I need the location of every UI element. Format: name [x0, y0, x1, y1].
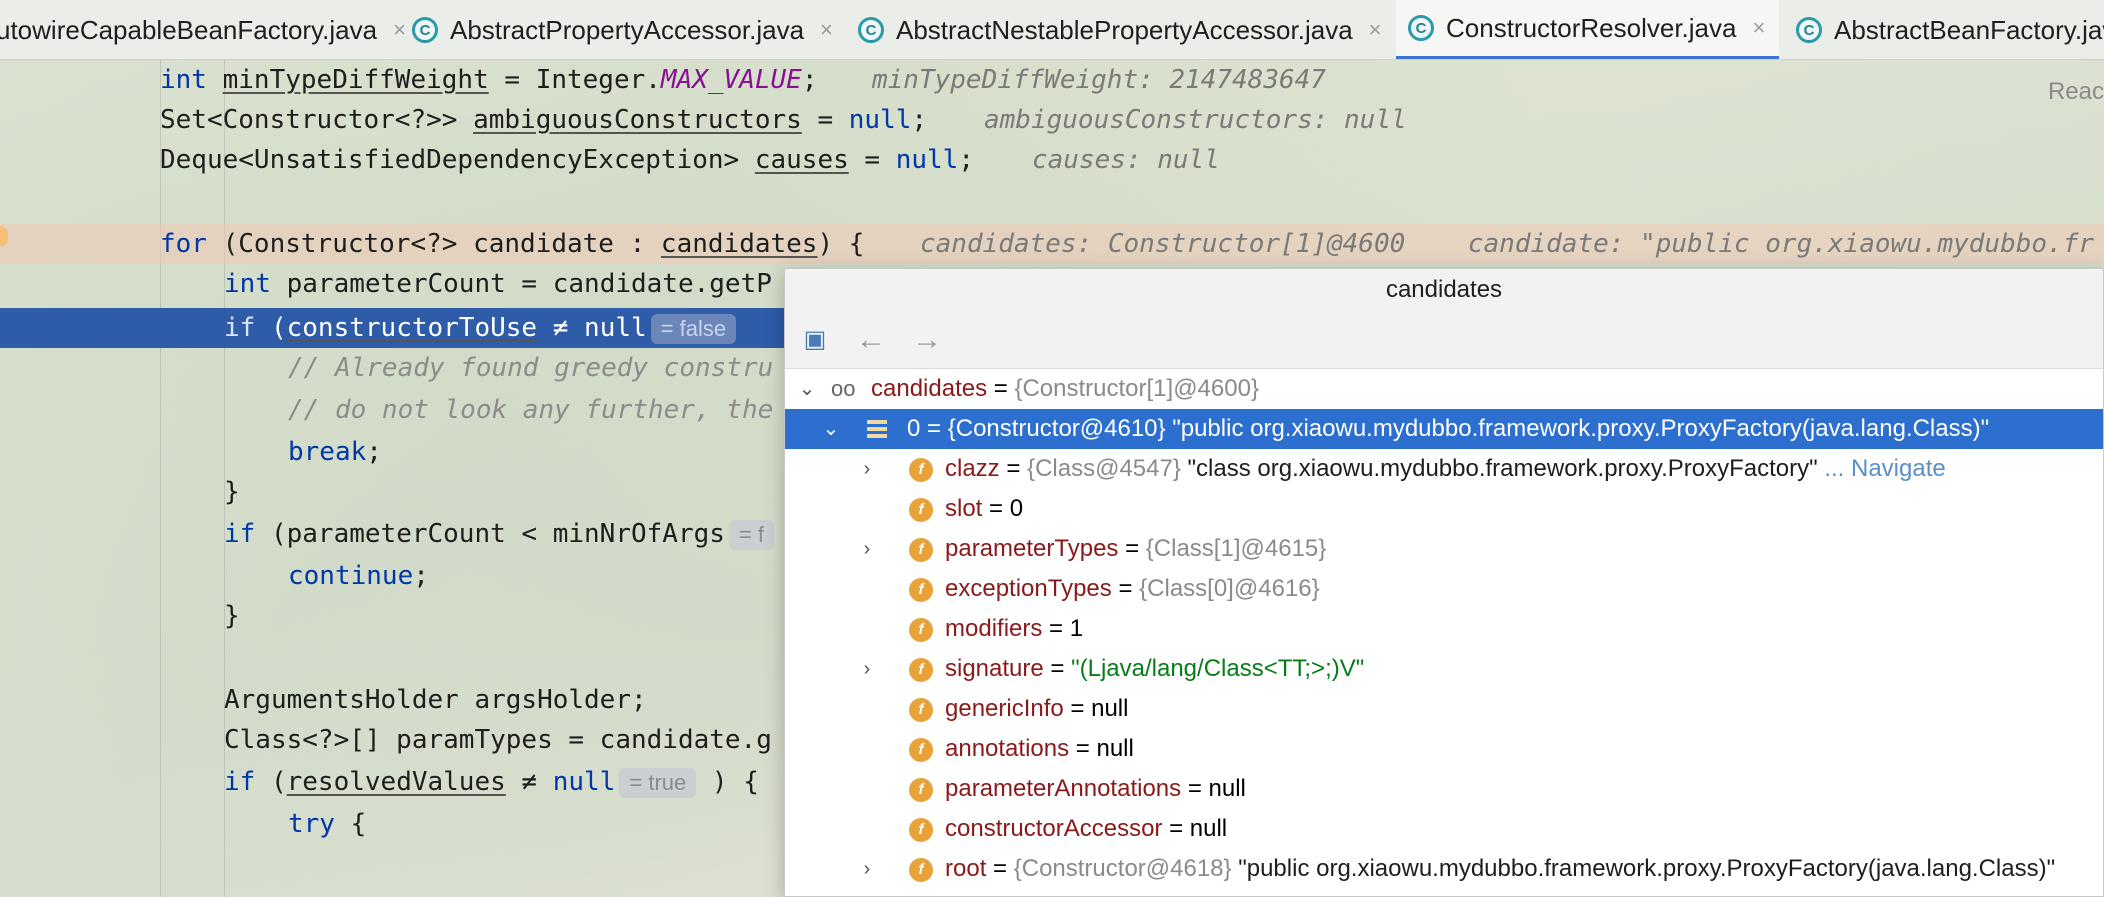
inline-debug-value: candidates: Constructor[1]@4600 candidat… — [920, 229, 2094, 259]
tree-node-generic-info[interactable]: f genericInfo = null — [785, 689, 2103, 729]
expand-arrow-icon[interactable]: ⌄ — [797, 369, 817, 409]
field-icon: f — [909, 538, 933, 562]
collapse-arrow-icon[interactable]: › — [857, 849, 877, 889]
tree-node-clazz[interactable]: › f clazz = {Class@4547} "class org.xiao… — [785, 449, 2103, 489]
tab-label: AbstractBeanFactory.java — [1834, 14, 2104, 45]
inline-value-badge: = f — [728, 520, 774, 550]
field-icon: f — [909, 738, 933, 762]
tree-node-element-0[interactable]: ⌄ 0 = {Constructor@4610} "public org.xia… — [785, 409, 2103, 449]
inline-debug-value: minTypeDiffWeight: 2147483647 — [872, 65, 1326, 95]
forward-arrow-icon[interactable]: → — [909, 323, 945, 357]
inline-value-badge: = false — [650, 314, 737, 344]
tree-node-candidates[interactable]: ⌄ oo candidates = {Constructor[1]@4600} — [785, 369, 2103, 409]
array-element-icon — [867, 420, 887, 440]
editor-tab-bar: utowireCapableBeanFactory.java × C Abstr… — [0, 0, 2104, 60]
close-icon[interactable]: × — [393, 17, 406, 43]
code-line: Deque<UnsatisfiedDependencyException> ca… — [0, 140, 2104, 180]
code-line: int minTypeDiffWeight = Integer.MAX_VALU… — [0, 60, 2104, 100]
field-icon: f — [909, 858, 933, 882]
tab-abstract-property-accessor[interactable]: C AbstractPropertyAccessor.java × — [412, 0, 833, 59]
field-icon: f — [909, 658, 933, 682]
tab-label: utowireCapableBeanFactory.java — [0, 14, 378, 45]
field-icon: f — [909, 778, 933, 802]
popup-toolbar: ▣ ← → — [785, 311, 2103, 369]
inline-value-badge: = true — [619, 768, 697, 798]
class-icon: C — [1408, 15, 1434, 41]
tree-node-signature[interactable]: › f signature = "(Ljava/lang/Class<TT;>;… — [785, 649, 2103, 689]
inline-debug-value: ambiguousConstructors: null — [984, 105, 1407, 135]
tab-constructor-resolver[interactable]: C ConstructorResolver.java × — [1396, 0, 1780, 59]
watch-glasses-icon: oo — [831, 376, 856, 401]
field-icon: f — [909, 498, 933, 522]
tree-node-annotations[interactable]: f annotations = null — [785, 729, 2103, 769]
tree-node-exception-types[interactable]: f exceptionTypes = {Class[0]@4616} — [785, 569, 2103, 609]
field-icon: f — [909, 618, 933, 642]
close-icon[interactable]: × — [1369, 17, 1382, 43]
add-to-watches-icon[interactable]: ▣ — [797, 325, 833, 354]
collapse-arrow-icon[interactable]: › — [857, 449, 877, 489]
code-line: Set<Constructor<?>> ambiguousConstructor… — [0, 100, 2104, 140]
field-icon: f — [909, 818, 933, 842]
tree-node-root[interactable]: › f root = {Constructor@4618} "public or… — [785, 849, 2103, 889]
popup-title[interactable]: candidates — [785, 269, 2103, 311]
tab-label: ConstructorResolver.java — [1446, 12, 1737, 43]
tab-abstract-nestable-property-accessor[interactable]: C AbstractNestablePropertyAccessor.java … — [858, 0, 1382, 59]
collapse-arrow-icon[interactable]: › — [857, 529, 877, 569]
tab-label: AbstractNestablePropertyAccessor.java — [896, 14, 1353, 45]
tree-node-parameter-annotations[interactable]: f parameterAnnotations = null — [785, 769, 2103, 809]
tree-node-constructor-accessor[interactable]: f constructorAccessor = null — [785, 809, 2103, 849]
inline-debug-value: causes: null — [1032, 145, 1220, 175]
field-icon: f — [909, 458, 933, 482]
tab-abstract-bean-factory[interactable]: C AbstractBeanFactory.java — [1796, 0, 2104, 59]
tree-node-slot[interactable]: f slot = 0 — [785, 489, 2103, 529]
tab-label: AbstractPropertyAccessor.java — [450, 14, 805, 45]
field-icon: f — [909, 698, 933, 722]
back-arrow-icon[interactable]: ← — [853, 323, 889, 357]
class-icon: C — [412, 17, 438, 43]
expand-arrow-icon[interactable]: ⌄ — [821, 409, 841, 449]
debug-value-popup[interactable]: candidates ▣ ← → ⌄ oo candidates = {Cons… — [784, 268, 2104, 897]
close-icon[interactable]: × — [820, 17, 833, 43]
tree-node-modifiers[interactable]: f modifiers = 1 — [785, 609, 2103, 649]
class-icon: C — [858, 17, 884, 43]
tab-autowire-capable-bean-factory[interactable]: utowireCapableBeanFactory.java × — [0, 0, 406, 59]
collapse-arrow-icon[interactable]: › — [857, 649, 877, 689]
class-icon: C — [1796, 17, 1822, 43]
navigate-link[interactable]: ... Navigate — [1818, 455, 1945, 482]
field-icon: f — [909, 578, 933, 602]
code-line-breakpoint: for (Constructor<?> candidate : candidat… — [0, 224, 2104, 264]
tree-node-parameter-types[interactable]: › f parameterTypes = {Class[1]@4615} — [785, 529, 2103, 569]
close-icon[interactable]: × — [1752, 15, 1765, 41]
